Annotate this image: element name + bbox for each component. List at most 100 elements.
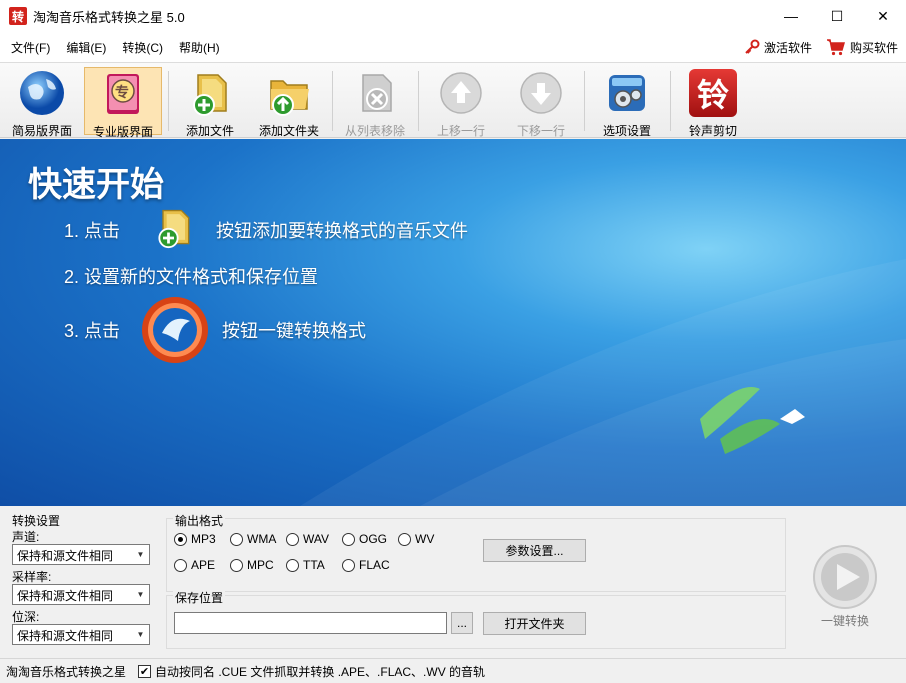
menu-bar: 文件(F) 编辑(E) 转换(C) 帮助(H) 激活软件 购买软件: [0, 32, 906, 62]
format-radio-flac[interactable]: FLAC: [342, 558, 390, 572]
settings-icon: [609, 75, 645, 111]
save-location-label: 保存位置: [173, 589, 226, 606]
one-click-convert-label: 一键转换: [820, 614, 869, 628]
play-icon: [813, 545, 877, 609]
ringtone-icon: 铃: [689, 69, 737, 117]
format-radio-wma[interactable]: WMA: [230, 532, 276, 546]
book-icon-char: 专: [115, 84, 129, 100]
move-down-label: 下移一行: [516, 124, 565, 138]
output-format-label: 输出格式: [173, 512, 226, 529]
bitdepth-select[interactable]: 保持和源文件相同 ▼: [12, 624, 150, 645]
channel-value: 保持和源文件相同: [17, 549, 114, 563]
format-wv-label: WV: [415, 532, 435, 546]
output-format-group: [166, 518, 786, 592]
simple-ui-button[interactable]: 简易版界面: [6, 67, 78, 138]
radio-indicator: [398, 532, 411, 546]
add-file-button[interactable]: 添加文件: [176, 67, 244, 138]
close-button[interactable]: ✕: [860, 0, 906, 32]
toolbar-separator: [670, 71, 671, 131]
move-up-button[interactable]: 上移一行: [428, 67, 494, 138]
toolbar: 简易版界面 专 专业版界面 添加文件 添加文件夹 从列表移除 上移一行 下移一行…: [0, 62, 906, 139]
format-wma-label: WMA: [247, 532, 277, 546]
key-icon: [745, 39, 760, 54]
auto-cue-label: 自动按同名 .CUE 文件抓取并转换 .APE、.FLAC、.WV 的音轨: [155, 664, 486, 679]
move-down-button[interactable]: 下移一行: [508, 67, 574, 138]
format-radio-mp3[interactable]: MP3: [174, 532, 216, 546]
auto-cue-option[interactable]: ✔ 自动按同名 .CUE 文件抓取并转换 .APE、.FLAC、.WV 的音轨: [138, 663, 485, 680]
radio-indicator: [286, 532, 299, 546]
channel-select[interactable]: 保持和源文件相同 ▼: [12, 544, 150, 565]
samplerate-select[interactable]: 保持和源文件相同 ▼: [12, 584, 150, 605]
activate-link[interactable]: 激活软件: [744, 39, 812, 56]
minimize-button[interactable]: —: [768, 0, 814, 32]
bitdepth-value: 保持和源文件相同: [17, 629, 114, 643]
globe-icon: [20, 71, 64, 115]
chevron-down-icon: ▼: [136, 550, 145, 559]
add-folder-button[interactable]: 添加文件夹: [252, 67, 326, 138]
samplerate-value: 保持和源文件相同: [17, 589, 114, 603]
move-down-icon: [520, 72, 562, 114]
move-up-label: 上移一行: [436, 124, 485, 138]
toolbar-separator: [584, 71, 585, 131]
activate-label: 激活软件: [763, 40, 812, 55]
simple-ui-label: 简易版界面: [11, 124, 72, 138]
toolbar-separator: [418, 71, 419, 131]
cart-icon: [826, 39, 845, 56]
step1-prefix: 1. 点击: [64, 221, 121, 241]
chevron-down-icon: ▼: [136, 630, 145, 639]
format-wav-label: WAV: [303, 532, 329, 546]
format-mp3-label: MP3: [191, 532, 216, 546]
title-bar: 转 淘淘音乐格式转换之星 5.0 — ☐ ✕: [0, 0, 906, 32]
radio-indicator: [174, 558, 187, 572]
save-path-input[interactable]: [174, 612, 447, 634]
format-radio-wav[interactable]: WAV: [286, 532, 329, 546]
step2-text: 2. 设置新的文件格式和保存位置: [64, 267, 319, 287]
format-ogg-label: OGG: [359, 532, 388, 546]
samplerate-label: 采样率:: [12, 570, 52, 584]
maximize-button[interactable]: ☐: [814, 0, 860, 32]
one-click-convert-button[interactable]: 一键转换: [810, 544, 880, 636]
buy-link[interactable]: 购买软件: [826, 38, 898, 56]
toolbar-separator: [332, 71, 333, 131]
add-file-icon: [193, 74, 227, 116]
menu-file[interactable]: 文件(F): [6, 39, 55, 56]
menu-convert[interactable]: 转换(C): [117, 39, 168, 56]
format-mpc-label: MPC: [247, 558, 274, 572]
format-radio-wv[interactable]: WV: [398, 532, 434, 546]
pro-ui-button[interactable]: 专 专业版界面: [84, 67, 162, 139]
format-radio-ogg[interactable]: OGG: [342, 532, 387, 546]
chevron-down-icon: ▼: [136, 590, 145, 599]
format-radio-tta[interactable]: TTA: [286, 558, 325, 572]
menu-edit[interactable]: 编辑(E): [61, 39, 111, 56]
open-folder-button[interactable]: 打开文件夹: [483, 612, 586, 635]
options-label: 选项设置: [602, 124, 651, 138]
remove-icon: [362, 74, 392, 112]
window-title: 淘淘音乐格式转换之星 5.0: [33, 9, 185, 25]
ringtone-button[interactable]: 铃 铃声剪切: [680, 67, 746, 138]
buy-label: 购买软件: [849, 40, 898, 55]
radio-indicator: [174, 532, 187, 546]
radio-indicator: [286, 558, 299, 572]
radio-indicator: [342, 558, 355, 572]
status-app-name: 淘淘音乐格式转换之星: [6, 664, 127, 679]
format-radio-mpc[interactable]: MPC: [230, 558, 274, 572]
add-folder-icon: [270, 80, 309, 116]
remove-button[interactable]: 从列表移除: [340, 67, 410, 138]
add-file-label: 添加文件: [185, 124, 234, 138]
options-button[interactable]: 选项设置: [594, 67, 660, 138]
conversion-settings-label: 转换设置: [12, 514, 61, 528]
format-radio-ape[interactable]: APE: [174, 558, 215, 572]
quick-start-title: 快速开始: [28, 166, 164, 204]
format-flac-label: FLAC: [359, 558, 390, 572]
radio-indicator: [230, 532, 243, 546]
radio-indicator: [230, 558, 243, 572]
remove-label: 从列表移除: [344, 124, 405, 138]
step3-prefix: 3. 点击: [64, 321, 121, 341]
params-settings-button[interactable]: 参数设置...: [483, 539, 586, 562]
bitdepth-label: 位深:: [12, 610, 40, 624]
browse-button[interactable]: ...: [451, 612, 473, 634]
channel-label: 声道:: [12, 530, 40, 544]
auto-cue-checkbox[interactable]: ✔: [138, 664, 152, 678]
window-controls: — ☐ ✕: [768, 0, 906, 32]
menu-help[interactable]: 帮助(H): [174, 39, 225, 56]
